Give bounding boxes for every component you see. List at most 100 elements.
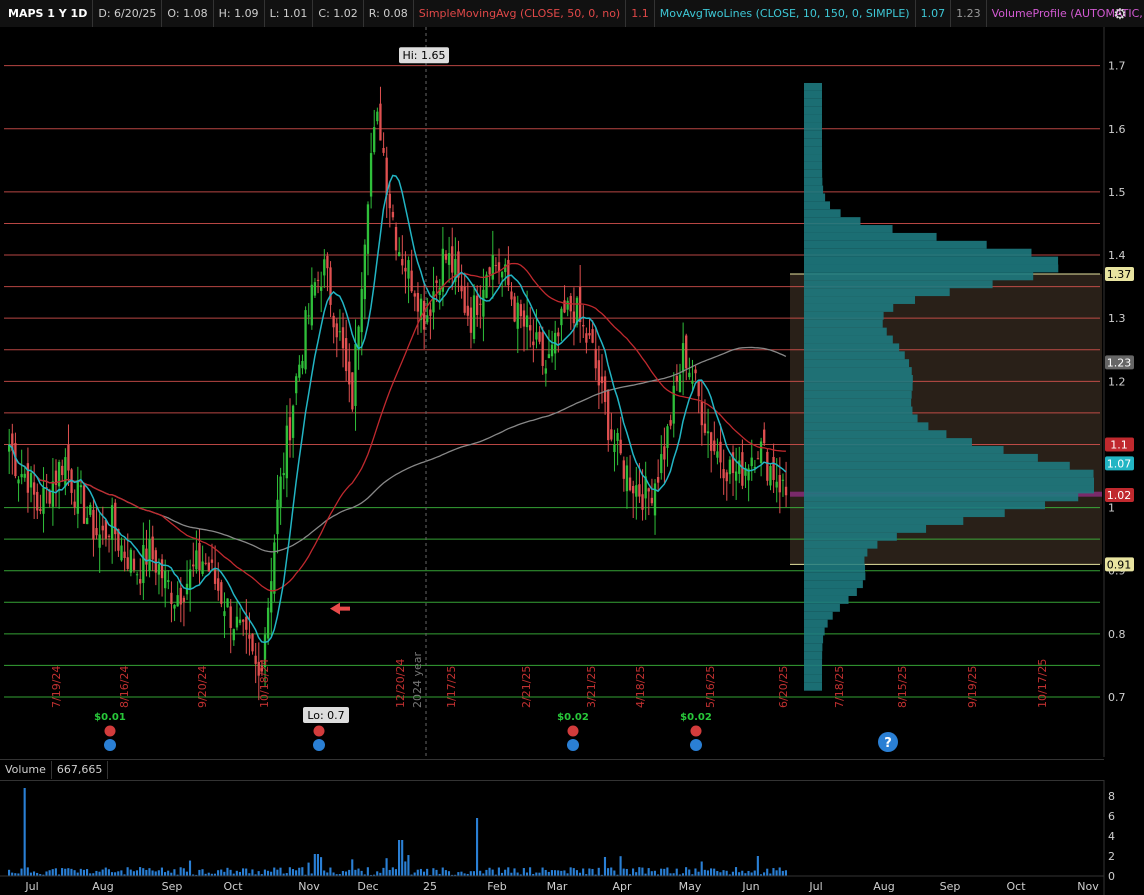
volume-bar (710, 868, 713, 876)
volume-bar (550, 870, 553, 876)
candle-body (285, 425, 288, 479)
candle-body (447, 253, 451, 265)
volume-bar (266, 870, 270, 876)
volume-bar (575, 870, 578, 876)
rotated-date-label: 3/21/25 (585, 666, 598, 708)
volume-tick-label: 2 (1108, 850, 1115, 863)
candle-body (394, 226, 398, 251)
candle-body (326, 255, 329, 269)
candle-body (476, 295, 479, 315)
volume-bar (666, 867, 669, 876)
volume-bar (516, 872, 519, 876)
mavg-study-label[interactable]: MovAvgTwoLines (CLOSE, 10, 150, 0, SIMPL… (655, 0, 916, 27)
date-label: D: 6/20/25 (93, 0, 163, 27)
volume-profile-bar (804, 335, 893, 344)
candle-body (472, 295, 476, 340)
candle-body (563, 300, 566, 313)
candle-body (407, 260, 410, 279)
volume-profile-bar (804, 169, 823, 178)
gear-icon[interactable]: ⚙ (1110, 4, 1130, 24)
volume-bar (650, 871, 653, 876)
candle-body (157, 564, 161, 575)
volume-bar (557, 870, 560, 876)
candle-body (123, 551, 126, 558)
volume-profile-bar (804, 90, 823, 99)
candle-body (291, 405, 295, 438)
candle-body (697, 380, 700, 397)
candle-body (725, 472, 728, 482)
candle-body (48, 491, 51, 504)
candle-body (741, 452, 744, 486)
candle-body (67, 445, 70, 471)
candle-body (585, 333, 588, 343)
volume-bar (731, 871, 734, 876)
volume-bar (613, 870, 616, 876)
volume-bar (61, 868, 64, 876)
volume-bar (610, 867, 613, 876)
candle-body (772, 456, 775, 480)
volume-profile-bar (804, 382, 913, 391)
volume-profile-bar (804, 603, 840, 612)
volume-bar (20, 868, 23, 876)
candle-body (594, 348, 597, 369)
candle-body (613, 444, 616, 453)
candle-body (379, 103, 382, 141)
volume-bar (279, 867, 282, 876)
volume-profile-bar (804, 572, 866, 581)
x-month-label: Nov (1077, 880, 1099, 893)
volume-bar (132, 871, 135, 876)
volume-profile-bar (804, 438, 972, 447)
candle-body (522, 310, 526, 327)
volume-profile-bar (804, 548, 868, 557)
x-month-label: Dec (357, 880, 378, 893)
volume-panel (0, 780, 1104, 876)
candle-body (182, 597, 186, 602)
sma-study-label[interactable]: SimpleMovingAvg (CLOSE, 50, 0, no) (414, 0, 627, 27)
volume-bar (326, 872, 329, 876)
volume-bar (173, 869, 176, 876)
rotated-date-label: 8/15/25 (896, 666, 909, 708)
candle-body (354, 344, 357, 406)
candle-body (422, 300, 426, 330)
volume-bar (525, 872, 529, 876)
volume-bar (447, 871, 451, 876)
volume-bar (554, 870, 557, 876)
candle-body (451, 246, 454, 273)
candle-body (316, 279, 320, 281)
volume-bar (73, 870, 76, 876)
candle-body (759, 441, 763, 464)
candle-body (135, 574, 139, 576)
volume-bar (660, 868, 663, 876)
candle-body (279, 476, 282, 508)
candle-body (391, 211, 395, 218)
candle-body (591, 329, 594, 343)
candle-body (298, 364, 301, 378)
volume-bar (329, 867, 332, 876)
volume-profile-bar (804, 280, 993, 289)
dividend-label: $0.02 (680, 712, 712, 723)
y-tick-label: 1.2 (1108, 375, 1126, 388)
candle-body (700, 401, 703, 426)
x-month-label: Nov (298, 880, 320, 893)
candle-body (588, 333, 591, 336)
volume-bar (522, 868, 525, 876)
candle-body (491, 254, 494, 280)
candle-body (466, 305, 469, 316)
candle-body (435, 280, 438, 283)
volume-profile-bar (804, 201, 831, 210)
candle-body (625, 465, 629, 492)
candle-body (220, 582, 223, 604)
candle-body (669, 420, 672, 426)
candle-body (632, 486, 635, 494)
volume-bar (472, 871, 475, 876)
candle-body (154, 550, 157, 573)
candle-body (734, 471, 738, 481)
volume-profile-bar (804, 130, 823, 139)
symbol-label[interactable]: MAPS 1 Y 1D (0, 0, 94, 27)
volume-bar (694, 868, 697, 876)
candle-body (694, 369, 697, 374)
volume-profile-bar (804, 114, 823, 123)
volume-bar (270, 871, 273, 876)
price-label: 1.37 (1107, 268, 1132, 281)
volume-profile-bar (804, 177, 823, 186)
